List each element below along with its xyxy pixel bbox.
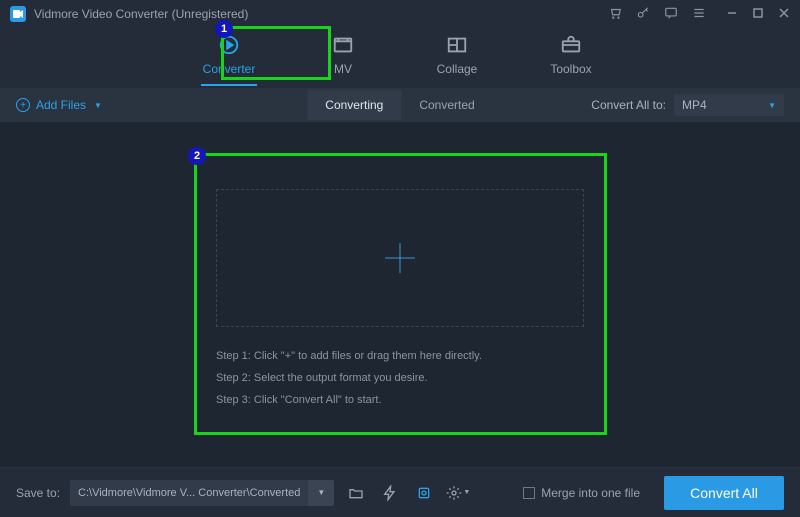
mv-icon bbox=[332, 34, 354, 56]
save-to-label: Save to: bbox=[16, 486, 60, 500]
tab-label: Collage bbox=[437, 62, 478, 76]
key-icon[interactable] bbox=[636, 6, 650, 23]
add-plus-icon[interactable] bbox=[385, 243, 415, 273]
chevron-down-icon: ▼ bbox=[94, 101, 102, 110]
tab-label: Converter bbox=[203, 62, 256, 76]
tab-collage[interactable]: Collage bbox=[422, 34, 492, 76]
maximize-button[interactable] bbox=[752, 7, 764, 22]
step-1: Step 1: Click "+" to add files or drag t… bbox=[216, 345, 584, 367]
close-button[interactable] bbox=[778, 7, 790, 22]
chevron-down-icon: ▼ bbox=[768, 101, 776, 110]
settings-button[interactable]: ▼ bbox=[446, 481, 470, 505]
title-bar: Vidmore Video Converter (Unregistered) bbox=[0, 0, 800, 28]
tab-mv[interactable]: MV bbox=[308, 34, 378, 76]
drop-target[interactable] bbox=[216, 189, 584, 327]
hw-accel-button[interactable] bbox=[378, 481, 402, 505]
add-files-label: Add Files bbox=[36, 98, 86, 112]
convert-all-to-label: Convert All to: bbox=[591, 98, 666, 112]
footer-bar: Save to: C:\Vidmore\Vidmore V... Convert… bbox=[0, 467, 800, 517]
open-folder-button[interactable] bbox=[344, 481, 368, 505]
save-path-dropdown[interactable]: ▼ bbox=[308, 480, 334, 506]
menu-icon[interactable] bbox=[692, 6, 706, 23]
toolbox-icon bbox=[560, 34, 582, 56]
subtab-converted[interactable]: Converted bbox=[401, 90, 492, 120]
instructions: Step 1: Click "+" to add files or drag t… bbox=[216, 345, 584, 411]
main-tabs: Converter MV Collage Toolbox bbox=[0, 28, 800, 88]
tab-converter[interactable]: Converter bbox=[194, 34, 264, 86]
drop-zone[interactable]: Step 1: Click "+" to add files or drag t… bbox=[216, 189, 584, 411]
format-value: MP4 bbox=[682, 98, 707, 112]
save-path-input[interactable]: C:\Vidmore\Vidmore V... Converter\Conver… bbox=[70, 480, 334, 506]
step-3: Step 3: Click "Convert All" to start. bbox=[216, 389, 584, 411]
feedback-icon[interactable] bbox=[664, 6, 678, 23]
format-select[interactable]: MP4 ▼ bbox=[674, 94, 784, 116]
tab-label: MV bbox=[334, 62, 352, 76]
merge-checkbox[interactable]: Merge into one file bbox=[523, 486, 640, 500]
tab-label: Toolbox bbox=[550, 62, 591, 76]
sub-bar: + Add Files ▼ Converting Converted Conve… bbox=[0, 88, 800, 122]
tab-toolbox[interactable]: Toolbox bbox=[536, 34, 606, 76]
subtab-converting[interactable]: Converting bbox=[307, 90, 401, 120]
merge-label: Merge into one file bbox=[541, 486, 640, 500]
step-2: Step 2: Select the output format you des… bbox=[216, 367, 584, 389]
main-area: Step 1: Click "+" to add files or drag t… bbox=[0, 122, 800, 477]
convert-all-button[interactable]: Convert All bbox=[664, 476, 784, 510]
plus-circle-icon: + bbox=[16, 98, 30, 112]
app-logo-icon bbox=[10, 6, 26, 22]
high-speed-button[interactable] bbox=[412, 481, 436, 505]
add-files-button[interactable]: + Add Files ▼ bbox=[16, 98, 102, 112]
app-title: Vidmore Video Converter (Unregistered) bbox=[34, 7, 608, 21]
cart-icon[interactable] bbox=[608, 6, 622, 23]
collage-icon bbox=[446, 34, 468, 56]
checkbox-icon bbox=[523, 487, 535, 499]
save-path-value: C:\Vidmore\Vidmore V... Converter\Conver… bbox=[70, 480, 308, 506]
converter-icon bbox=[218, 34, 240, 56]
minimize-button[interactable] bbox=[726, 7, 738, 22]
